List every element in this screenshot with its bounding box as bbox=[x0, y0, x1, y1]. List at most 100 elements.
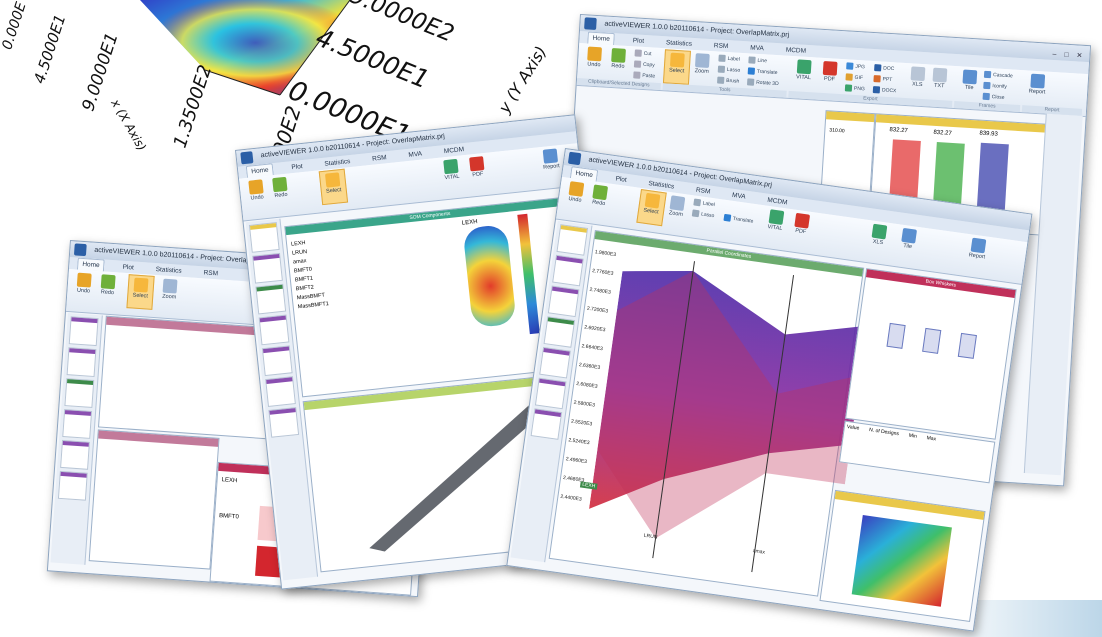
sidebar-thumbnail[interactable] bbox=[534, 377, 567, 410]
table-header-cell: Min bbox=[908, 432, 918, 440]
translate-button[interactable]: Translate bbox=[747, 67, 778, 76]
line-button[interactable]: Line bbox=[748, 56, 767, 64]
brush-button[interactable]: Brush bbox=[717, 76, 739, 85]
zoom-button[interactable]: Zoom bbox=[690, 51, 715, 75]
select-button[interactable]: Select bbox=[636, 188, 667, 227]
contour-map bbox=[851, 515, 952, 607]
vital-export-button[interactable]: VITAL bbox=[791, 57, 816, 81]
sidebar-thumbnail[interactable] bbox=[530, 408, 563, 440]
sidebar-thumbnail[interactable] bbox=[248, 222, 280, 253]
gif-export-button[interactable]: GIF bbox=[845, 73, 863, 81]
doc-export-button[interactable]: DOC bbox=[874, 64, 895, 72]
vital-export-button[interactable]: VITAL bbox=[763, 207, 790, 233]
ppt-export-button[interactable]: PPT bbox=[873, 75, 892, 83]
sidebar-thumbnail[interactable] bbox=[268, 407, 300, 438]
bar-value-label: 839.93 bbox=[979, 130, 998, 138]
rotate-3d-button[interactable]: Rotate 3D bbox=[746, 78, 779, 87]
pdf-export-button[interactable]: PDF bbox=[788, 210, 815, 236]
som-map-label: LEXH bbox=[461, 219, 478, 227]
table-header-cell: Max bbox=[926, 435, 937, 443]
matrix-row-label: LEXH bbox=[221, 477, 238, 485]
copy-button[interactable]: Copy bbox=[633, 60, 655, 68]
group-frames: Frames bbox=[953, 101, 1021, 113]
sidebar-thumbnail[interactable] bbox=[66, 347, 97, 378]
report-button[interactable]: Report bbox=[1025, 71, 1050, 96]
report-button[interactable]: Report bbox=[965, 235, 992, 261]
png-export-button[interactable]: PNG bbox=[844, 84, 865, 92]
scatter-panel bbox=[88, 429, 220, 570]
label-button[interactable]: Label bbox=[718, 54, 740, 63]
lasso-button[interactable]: Lasso bbox=[717, 65, 741, 74]
undo-button[interactable]: Undo bbox=[563, 178, 590, 204]
label-button[interactable]: Label bbox=[693, 198, 715, 208]
value-label: 310.00 bbox=[829, 127, 845, 135]
table-header-cell: N. of Designs bbox=[868, 427, 900, 438]
sidebar-thumbnail[interactable] bbox=[252, 252, 283, 284]
vital-export-button[interactable]: VITAL bbox=[438, 156, 464, 181]
app-logo-icon bbox=[567, 151, 582, 166]
undo-button[interactable]: Undo bbox=[71, 270, 97, 295]
redo-button[interactable]: Redo bbox=[586, 182, 613, 208]
box bbox=[957, 332, 977, 359]
cascade-button[interactable]: Cascade bbox=[983, 70, 1013, 80]
sidebar-thumbnail[interactable] bbox=[57, 470, 88, 501]
sidebar-thumbnail[interactable] bbox=[556, 224, 589, 256]
bar-value-label: 832.27 bbox=[933, 129, 952, 137]
sidebar-thumbnail[interactable] bbox=[255, 283, 287, 315]
iconify-button[interactable]: Iconify bbox=[983, 81, 1007, 90]
select-button[interactable]: Select bbox=[126, 274, 155, 310]
group-export: Export bbox=[788, 90, 953, 108]
sidebar-thumbnail[interactable] bbox=[261, 345, 293, 377]
sidebar-thumbnail[interactable] bbox=[543, 316, 576, 348]
redo-button[interactable]: Redo bbox=[95, 272, 121, 297]
app-logo-icon bbox=[73, 243, 87, 257]
select-button[interactable]: Select bbox=[318, 168, 349, 206]
table-header-cell: Value bbox=[846, 423, 860, 432]
docx-export-button[interactable]: DOCX bbox=[872, 86, 897, 94]
undo-button[interactable]: Undo bbox=[582, 44, 607, 68]
sidebar-thumbnail[interactable] bbox=[258, 314, 290, 346]
parallel-coordinates-panel: Parallel Coordinates 1.9800E3 2.7760E3 2… bbox=[548, 229, 868, 597]
sidebar-thumbnail[interactable] bbox=[62, 409, 93, 439]
group-clipboard: Clipboard/Selected Designs bbox=[576, 77, 661, 91]
undo-button[interactable]: Undo bbox=[243, 177, 269, 202]
window-controls-icon[interactable]: – □ ✕ bbox=[1052, 47, 1086, 65]
pdf-export-button[interactable]: PDF bbox=[464, 154, 490, 179]
contour-panel bbox=[819, 489, 986, 622]
app-logo-icon bbox=[240, 151, 254, 165]
pdf-export-button[interactable]: PDF bbox=[817, 59, 842, 83]
paste-button[interactable]: Paste bbox=[633, 71, 655, 80]
cut-button[interactable]: Cut bbox=[634, 49, 652, 57]
close-frame-button[interactable]: Close bbox=[982, 92, 1005, 101]
select-button[interactable]: Select bbox=[662, 49, 691, 85]
tile-button[interactable]: Tile bbox=[895, 225, 922, 251]
translate-button[interactable]: Translate bbox=[723, 213, 754, 225]
jpg-export-button[interactable]: JPG bbox=[846, 62, 865, 70]
txt-export-button[interactable]: TXT bbox=[927, 65, 952, 89]
report-button[interactable]: Report bbox=[537, 146, 563, 171]
sidebar-thumbnail[interactable] bbox=[68, 316, 99, 347]
matrix-row-label: BMFT0 bbox=[218, 513, 239, 521]
sidebar-thumbnail[interactable] bbox=[60, 439, 90, 470]
sidebar-thumbnail[interactable] bbox=[547, 285, 580, 318]
som-map bbox=[462, 224, 517, 329]
lasso-button[interactable]: Lasso bbox=[691, 209, 715, 219]
list-item[interactable]: MassBMFT1 bbox=[297, 300, 329, 312]
sidebar-thumbnail[interactable] bbox=[552, 254, 584, 287]
redo-button[interactable]: Redo bbox=[606, 46, 631, 70]
box bbox=[922, 327, 942, 354]
box-whiskers-panel: Box Whiskers bbox=[845, 268, 1017, 440]
zoom-button[interactable]: Zoom bbox=[664, 193, 691, 219]
sidebar-thumbnail[interactable] bbox=[64, 378, 95, 408]
redo-button[interactable]: Redo bbox=[267, 174, 293, 199]
variable-list: LEXH LRUN amax BMFT0 BMFT1 BMFT2 MassBMF… bbox=[291, 237, 330, 312]
tile-button[interactable]: Tile bbox=[957, 67, 982, 91]
bar-value-label: 832.27 bbox=[889, 127, 908, 135]
axis-value: 2.4400E3 bbox=[560, 493, 583, 503]
sidebar-thumbnail[interactable] bbox=[265, 376, 296, 407]
xls-export-button[interactable]: XLS bbox=[866, 221, 893, 247]
zoom-button[interactable]: Zoom bbox=[157, 276, 183, 301]
color-scale-bar bbox=[517, 213, 540, 335]
app-logo-icon bbox=[584, 17, 597, 31]
sidebar-thumbnail[interactable] bbox=[539, 346, 571, 379]
